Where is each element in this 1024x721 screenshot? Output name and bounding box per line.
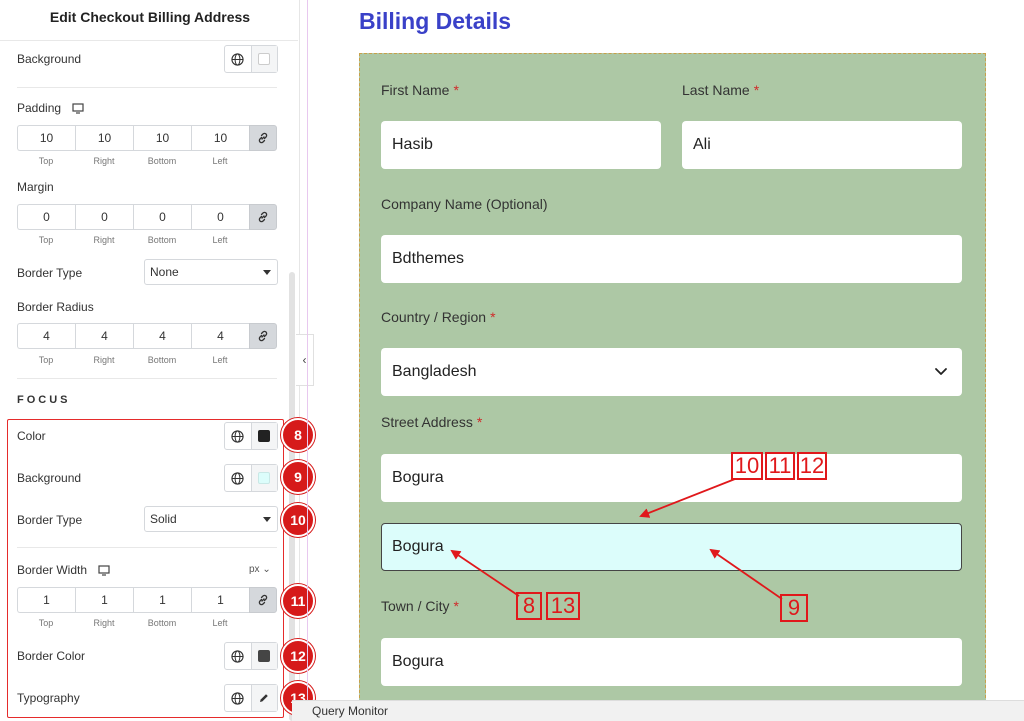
arrow-to-border <box>639 478 736 518</box>
arrow-to-text <box>450 549 520 597</box>
annotation-arrows <box>450 478 783 600</box>
arrow-to-background <box>709 548 783 600</box>
app-root: Edit Checkout Billing Address Background… <box>0 0 1024 721</box>
status-bar: Query Monitor <box>292 700 1024 721</box>
